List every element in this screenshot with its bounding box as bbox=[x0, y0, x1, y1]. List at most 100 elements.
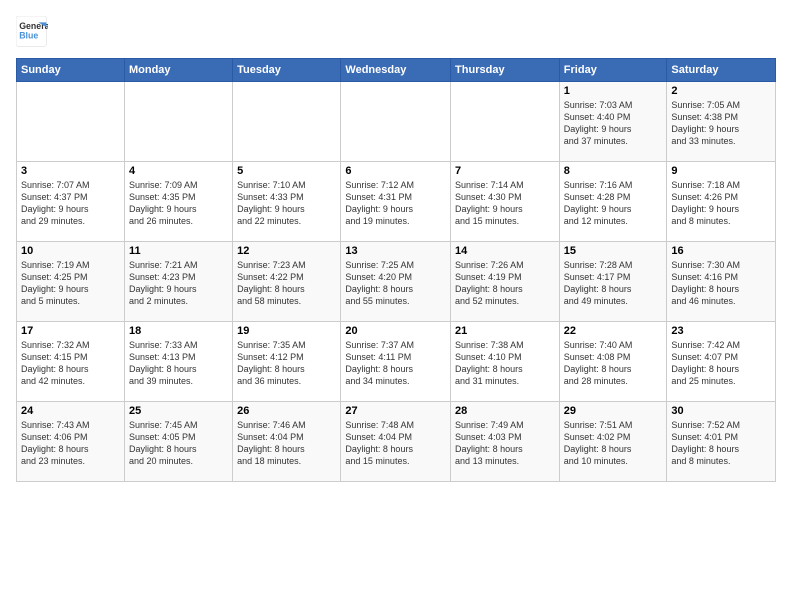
calendar-cell: 3 Sunrise: 7:07 AMSunset: 4:37 PMDaylight… bbox=[17, 162, 125, 242]
calendar-cell: 28 Sunrise: 7:49 AMSunset: 4:03 PMDayligh… bbox=[451, 402, 560, 482]
calendar-cell: 25 Sunrise: 7:45 AMSunset: 4:05 PMDayligh… bbox=[124, 402, 232, 482]
calendar-cell: 24Sunrise: 7:43 AMSunset: 4:06 PMDayligh… bbox=[17, 402, 125, 482]
calendar-cell: 26 Sunrise: 7:46 AMSunset: 4:04 PMDayligh… bbox=[233, 402, 341, 482]
day-info: Sunrise: 7:26 AMSunset: 4:19 PMDaylight:… bbox=[455, 259, 555, 308]
calendar-header-row: SundayMondayTuesdayWednesdayThursdayFrid… bbox=[17, 59, 776, 82]
day-info: Sunrise: 7:12 AMSunset: 4:31 PMDaylight:… bbox=[345, 179, 446, 228]
day-number: 2 bbox=[671, 85, 771, 97]
day-info: Sunrise: 7:37 AMSunset: 4:11 PMDaylight:… bbox=[345, 339, 446, 388]
day-info: Sunrise: 7:38 AMSunset: 4:10 PMDaylight:… bbox=[455, 339, 555, 388]
calendar-header-friday: Friday bbox=[559, 59, 667, 82]
day-number: 28 bbox=[455, 405, 555, 417]
calendar-cell: 7Sunrise: 7:14 AMSunset: 4:30 PMDaylight… bbox=[451, 162, 560, 242]
day-number: 18 bbox=[129, 325, 228, 337]
calendar-cell bbox=[341, 82, 451, 162]
calendar-cell bbox=[124, 82, 232, 162]
day-number: 1 bbox=[564, 85, 663, 97]
day-number: 15 bbox=[564, 245, 663, 257]
day-number: 10 bbox=[21, 245, 120, 257]
day-number: 12 bbox=[237, 245, 336, 257]
calendar-cell: 8 Sunrise: 7:16 AMSunset: 4:28 PMDaylight… bbox=[559, 162, 667, 242]
calendar-header-tuesday: Tuesday bbox=[233, 59, 341, 82]
day-info: Sunrise: 7:14 AMSunset: 4:30 PMDaylight:… bbox=[455, 179, 555, 228]
day-number: 9 bbox=[671, 165, 771, 177]
day-info: Sunrise: 7:16 AMSunset: 4:28 PMDaylight:… bbox=[564, 179, 663, 228]
svg-text:Blue: Blue bbox=[19, 30, 38, 40]
day-info: Sunrise: 7:07 AMSunset: 4:37 PMDaylight:… bbox=[21, 179, 120, 228]
calendar-cell bbox=[17, 82, 125, 162]
page: General Blue SundayMondayTuesdayWednesda… bbox=[0, 0, 792, 490]
day-info: Sunrise: 7:03 AMSunset: 4:40 PMDaylight:… bbox=[564, 99, 663, 148]
calendar-cell: 27 Sunrise: 7:48 AMSunset: 4:04 PMDayligh… bbox=[341, 402, 451, 482]
calendar-cell: 22 Sunrise: 7:40 AMSunset: 4:08 PMDayligh… bbox=[559, 322, 667, 402]
day-info: Sunrise: 7:19 AMSunset: 4:25 PMDaylight:… bbox=[21, 259, 120, 308]
day-info: Sunrise: 7:42 AMSunset: 4:07 PMDaylight:… bbox=[671, 339, 771, 388]
day-info: Sunrise: 7:25 AMSunset: 4:20 PMDaylight:… bbox=[345, 259, 446, 308]
day-number: 25 bbox=[129, 405, 228, 417]
day-number: 20 bbox=[345, 325, 446, 337]
day-number: 4 bbox=[129, 165, 228, 177]
calendar-cell: 5 Sunrise: 7:10 AMSunset: 4:33 PMDaylight… bbox=[233, 162, 341, 242]
header-area: General Blue bbox=[16, 16, 776, 48]
calendar-header-saturday: Saturday bbox=[667, 59, 776, 82]
day-number: 5 bbox=[237, 165, 336, 177]
calendar-cell: 29Sunrise: 7:51 AMSunset: 4:02 PMDayligh… bbox=[559, 402, 667, 482]
day-info: Sunrise: 7:51 AMSunset: 4:02 PMDaylight:… bbox=[564, 419, 663, 468]
calendar-cell: 20 Sunrise: 7:37 AMSunset: 4:11 PMDayligh… bbox=[341, 322, 451, 402]
logo-icon: General Blue bbox=[16, 16, 48, 48]
calendar-cell bbox=[233, 82, 341, 162]
day-number: 17 bbox=[21, 325, 120, 337]
day-info: Sunrise: 7:21 AMSunset: 4:23 PMDaylight:… bbox=[129, 259, 228, 308]
calendar-cell: 13 Sunrise: 7:25 AMSunset: 4:20 PMDayligh… bbox=[341, 242, 451, 322]
day-info: Sunrise: 7:45 AMSunset: 4:05 PMDaylight:… bbox=[129, 419, 228, 468]
day-number: 23 bbox=[671, 325, 771, 337]
calendar-week-2: 3 Sunrise: 7:07 AMSunset: 4:37 PMDaylight… bbox=[17, 162, 776, 242]
calendar-week-4: 17 Sunrise: 7:32 AMSunset: 4:15 PMDayligh… bbox=[17, 322, 776, 402]
calendar-cell: 15 Sunrise: 7:28 AMSunset: 4:17 PMDayligh… bbox=[559, 242, 667, 322]
day-info: Sunrise: 7:32 AMSunset: 4:15 PMDaylight:… bbox=[21, 339, 120, 388]
day-number: 30 bbox=[671, 405, 771, 417]
calendar-cell: 21Sunrise: 7:38 AMSunset: 4:10 PMDayligh… bbox=[451, 322, 560, 402]
day-info: Sunrise: 7:46 AMSunset: 4:04 PMDaylight:… bbox=[237, 419, 336, 468]
day-number: 22 bbox=[564, 325, 663, 337]
day-info: Sunrise: 7:23 AMSunset: 4:22 PMDaylight:… bbox=[237, 259, 336, 308]
day-info: Sunrise: 7:30 AMSunset: 4:16 PMDaylight:… bbox=[671, 259, 771, 308]
calendar: SundayMondayTuesdayWednesdayThursdayFrid… bbox=[16, 58, 776, 482]
day-number: 19 bbox=[237, 325, 336, 337]
calendar-week-3: 10 Sunrise: 7:19 AMSunset: 4:25 PMDayligh… bbox=[17, 242, 776, 322]
day-info: Sunrise: 7:28 AMSunset: 4:17 PMDaylight:… bbox=[564, 259, 663, 308]
logo: General Blue bbox=[16, 16, 52, 48]
calendar-cell: 30 Sunrise: 7:52 AMSunset: 4:01 PMDayligh… bbox=[667, 402, 776, 482]
calendar-cell: 9 Sunrise: 7:18 AMSunset: 4:26 PMDaylight… bbox=[667, 162, 776, 242]
calendar-cell: 16 Sunrise: 7:30 AMSunset: 4:16 PMDayligh… bbox=[667, 242, 776, 322]
calendar-cell bbox=[451, 82, 560, 162]
calendar-cell: 11 Sunrise: 7:21 AMSunset: 4:23 PMDayligh… bbox=[124, 242, 232, 322]
day-info: Sunrise: 7:48 AMSunset: 4:04 PMDaylight:… bbox=[345, 419, 446, 468]
svg-text:General: General bbox=[19, 21, 48, 31]
day-number: 14 bbox=[455, 245, 555, 257]
day-info: Sunrise: 7:52 AMSunset: 4:01 PMDaylight:… bbox=[671, 419, 771, 468]
calendar-week-5: 24Sunrise: 7:43 AMSunset: 4:06 PMDayligh… bbox=[17, 402, 776, 482]
calendar-cell: 12 Sunrise: 7:23 AMSunset: 4:22 PMDayligh… bbox=[233, 242, 341, 322]
day-number: 6 bbox=[345, 165, 446, 177]
day-number: 16 bbox=[671, 245, 771, 257]
day-info: Sunrise: 7:18 AMSunset: 4:26 PMDaylight:… bbox=[671, 179, 771, 228]
calendar-cell: 6 Sunrise: 7:12 AMSunset: 4:31 PMDaylight… bbox=[341, 162, 451, 242]
calendar-cell: 18Sunrise: 7:33 AMSunset: 4:13 PMDayligh… bbox=[124, 322, 232, 402]
day-info: Sunrise: 7:40 AMSunset: 4:08 PMDaylight:… bbox=[564, 339, 663, 388]
day-number: 3 bbox=[21, 165, 120, 177]
calendar-cell: 14 Sunrise: 7:26 AMSunset: 4:19 PMDayligh… bbox=[451, 242, 560, 322]
calendar-cell: 1 Sunrise: 7:03 AMSunset: 4:40 PMDaylight… bbox=[559, 82, 667, 162]
calendar-cell: 19Sunrise: 7:35 AMSunset: 4:12 PMDayligh… bbox=[233, 322, 341, 402]
day-info: Sunrise: 7:10 AMSunset: 4:33 PMDaylight:… bbox=[237, 179, 336, 228]
day-number: 26 bbox=[237, 405, 336, 417]
day-number: 13 bbox=[345, 245, 446, 257]
day-info: Sunrise: 7:05 AMSunset: 4:38 PMDaylight:… bbox=[671, 99, 771, 148]
day-info: Sunrise: 7:09 AMSunset: 4:35 PMDaylight:… bbox=[129, 179, 228, 228]
day-number: 11 bbox=[129, 245, 228, 257]
day-number: 27 bbox=[345, 405, 446, 417]
day-number: 8 bbox=[564, 165, 663, 177]
day-info: Sunrise: 7:49 AMSunset: 4:03 PMDaylight:… bbox=[455, 419, 555, 468]
calendar-cell: 2 Sunrise: 7:05 AMSunset: 4:38 PMDaylight… bbox=[667, 82, 776, 162]
calendar-cell: 4 Sunrise: 7:09 AMSunset: 4:35 PMDaylight… bbox=[124, 162, 232, 242]
